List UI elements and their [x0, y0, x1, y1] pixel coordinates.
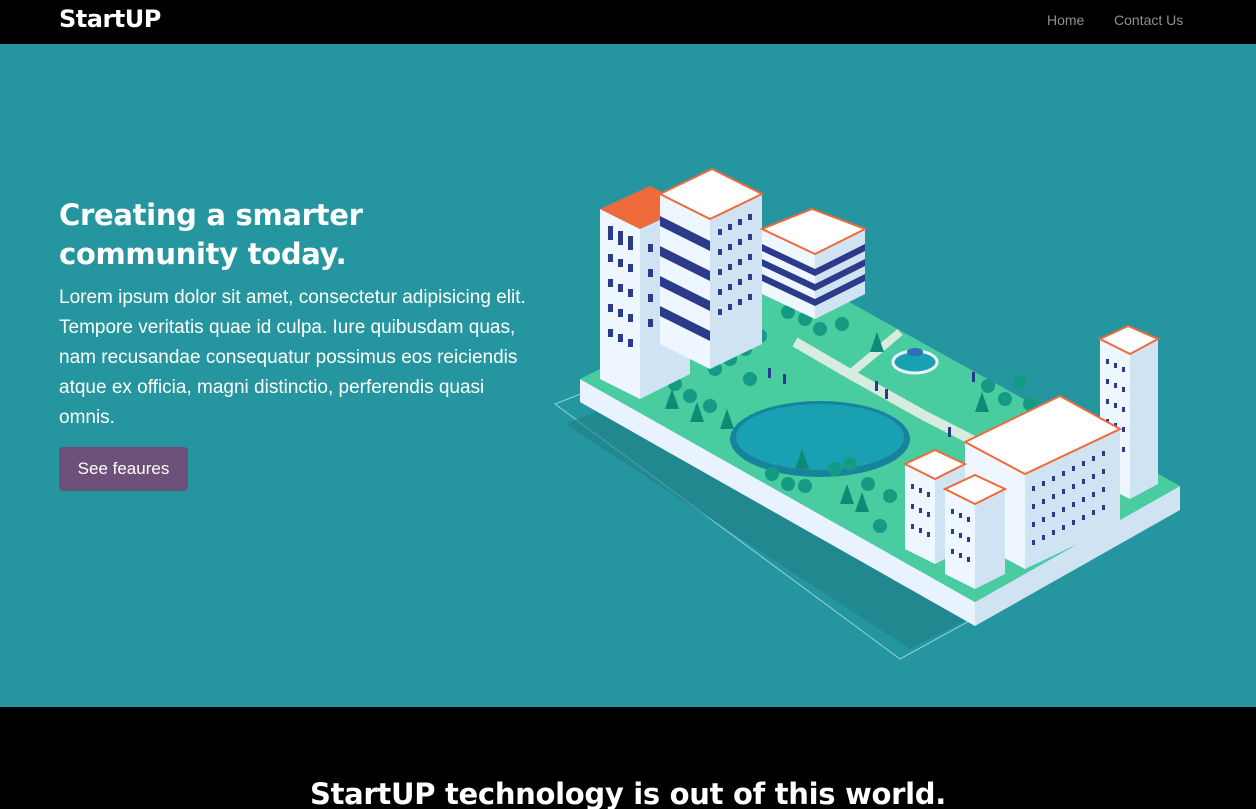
- nav-link-home[interactable]: Home: [1047, 12, 1084, 28]
- hero-title: Creating a smarter community today.: [59, 198, 363, 271]
- hero-description: Lorem ipsum dolor sit amet, consectetur …: [59, 287, 526, 428]
- nav-link-contact[interactable]: Contact Us: [1114, 12, 1183, 28]
- technology-section: StartUP technology is out of this world.: [0, 707, 1256, 809]
- navbar: StartUP Home Contact Us: [0, 0, 1256, 44]
- brand-logo[interactable]: StartUP: [59, 5, 161, 33]
- hero-section: Creating a smarter community today. Lore…: [0, 44, 1256, 707]
- see-features-button[interactable]: See feaures: [59, 447, 188, 491]
- isometric-city-illustration: [553, 167, 1180, 660]
- section-heading: StartUP technology is out of this world.: [310, 777, 946, 809]
